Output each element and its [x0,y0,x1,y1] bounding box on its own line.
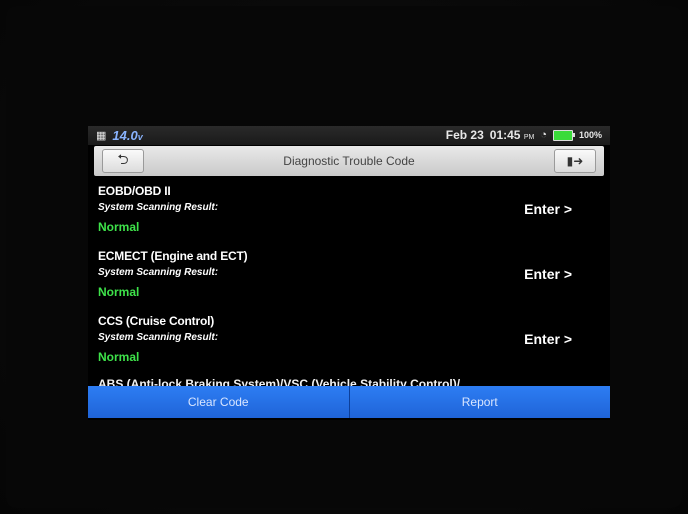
system-list: EOBD/OBD II System Scanning Result: Norm… [88,180,610,375]
page-title: Diagnostic Trouble Code [283,154,415,168]
wifi-icon: ◔ [540,129,547,141]
list-item: EOBD/OBD II System Scanning Result: Norm… [88,180,610,245]
exit-door-icon: ▮➜ [566,154,584,168]
system-name: ECMECT (Engine and ECT) [98,249,248,263]
system-name: EOBD/OBD II [98,184,171,198]
report-button[interactable]: Report [350,386,611,418]
status-bar: ▦ 14.0v Feb 23 01:45 PM ◔ 100% [88,126,610,145]
scan-status: Normal [98,220,140,234]
list-item: CCS (Cruise Control) System Scanning Res… [88,310,610,375]
scan-result-label: System Scanning Result: [98,267,219,278]
enter-button[interactable]: Enter > [524,201,572,217]
battery-percent: 100% [578,130,602,140]
time-label: 01:45 PM [489,128,535,142]
date-label: Feb 23 [445,128,484,142]
enter-button[interactable]: Enter > [524,266,572,282]
list-item: ECMECT (Engine and ECT) System Scanning … [88,245,610,310]
enter-button[interactable]: Enter > [524,331,572,347]
device-screen: ▦ 14.0v Feb 23 01:45 PM ◔ 100% ⮌ Diagnos… [88,126,610,420]
battery-icon [552,129,575,141]
system-name: CCS (Cruise Control) [98,314,215,328]
voltage-readout: 14.0v [112,128,143,143]
title-bar: ⮌ Diagnostic Trouble Code ▮➜ [94,146,604,176]
calendar-icon: ▦ [96,130,107,142]
exit-button[interactable]: ▮➜ [554,149,596,173]
scan-result-label: System Scanning Result: [98,332,219,343]
bottom-action-bar: Clear Code Report [88,386,610,418]
scan-result-label: System Scanning Result: [98,202,219,213]
clear-code-button[interactable]: Clear Code [88,386,349,418]
scan-status: Normal [98,285,140,299]
scan-status: Normal [98,350,140,364]
